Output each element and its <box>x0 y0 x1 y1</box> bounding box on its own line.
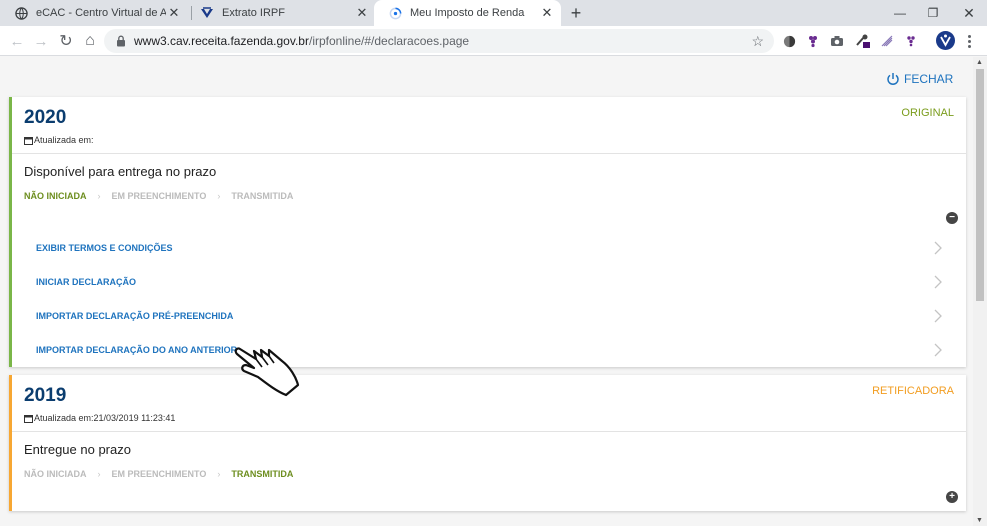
extension-grapes-small-icon[interactable] <box>903 33 919 49</box>
action-label: INICIAR DECLARAÇÃO <box>36 277 136 287</box>
url-text: www3.cav.receita.fazenda.gov.br/irpfonli… <box>134 34 469 48</box>
back-button[interactable]: ← <box>6 30 28 52</box>
extension-grapes-icon[interactable] <box>805 33 821 49</box>
step-not-started: NÃO INICIADA <box>24 191 87 201</box>
card-divider <box>12 431 966 432</box>
extension-circle-icon[interactable] <box>781 33 797 49</box>
tab-title: Extrato IRPF <box>222 7 285 19</box>
chevron-right-icon <box>934 343 942 357</box>
forward-button[interactable]: → <box>30 30 52 52</box>
action-label: EXIBIR TERMOS E CONDIÇÕES <box>36 243 173 253</box>
card-divider <box>12 153 966 154</box>
tab-title: eCAC - Centro Virtual de Atendim <box>36 7 166 19</box>
camera-icon[interactable] <box>829 33 845 49</box>
chevron-right-icon <box>934 241 942 255</box>
close-session-label: FECHAR <box>904 72 954 86</box>
step-in-progress: EM PREENCHIMENTO <box>111 191 207 201</box>
close-tab-icon[interactable]: ✕ <box>354 5 370 21</box>
declaration-situation: Entregue no prazo <box>24 442 131 457</box>
expand-toggle-icon[interactable]: + <box>946 491 958 503</box>
reload-button[interactable]: ↻ <box>55 30 77 52</box>
step-transmitted: TRANSMITIDA <box>231 469 294 479</box>
last-updated: Atualizada em:21/03/2019 11:23:41 <box>24 413 175 423</box>
close-window-button[interactable]: ✕ <box>951 0 987 26</box>
home-button[interactable]: ⌂ <box>79 30 101 52</box>
step-in-progress: EM PREENCHIMENTO <box>111 469 207 479</box>
step-separator-icon: › <box>217 191 221 201</box>
hand-cursor-icon <box>234 347 300 397</box>
bookmark-star-icon[interactable]: ☆ <box>751 33 764 50</box>
close-session-button[interactable]: FECHAR <box>886 72 953 86</box>
tab-title: Meu Imposto de Renda <box>410 7 525 19</box>
extension-tools-icon[interactable] <box>855 33 871 49</box>
browser-menu-icon[interactable] <box>962 31 976 51</box>
chevron-right-icon <box>934 275 942 289</box>
power-icon <box>887 73 899 86</box>
calendar-icon <box>24 414 33 423</box>
step-transmitted: TRANSMITIDA <box>231 191 294 201</box>
scrollbar-thumb[interactable] <box>976 69 984 301</box>
action-import-previous-year[interactable]: IMPORTAR DECLARAÇÃO DO ANO ANTERIOR <box>36 339 942 361</box>
action-label: IMPORTAR DECLARAÇÃO DO ANO ANTERIOR <box>36 345 238 355</box>
progress-steps: NÃO INICIADA › EM PREENCHIMENTO › TRANSM… <box>24 191 293 201</box>
page-content: FECHAR 2020 ORIGINAL Atualizada em: Disp… <box>0 57 987 526</box>
restore-button[interactable]: ❐ <box>915 0 951 26</box>
tab-strip: eCAC - Centro Virtual de Atendim ✕ Extra… <box>0 0 987 26</box>
step-separator-icon: › <box>97 469 101 479</box>
chevron-right-icon <box>934 309 942 323</box>
step-separator-icon: › <box>217 469 221 479</box>
progress-steps: NÃO INICIADA › EM PREENCHIMENTO › TRANSM… <box>24 469 293 479</box>
address-bar[interactable]: www3.cav.receita.fazenda.gov.br/irpfonli… <box>104 29 774 53</box>
url-host: www3.cav.receita.fazenda.gov.br <box>134 34 309 48</box>
declaration-type-badge: ORIGINAL <box>901 107 954 119</box>
scroll-up-icon[interactable]: ▲ <box>976 59 983 66</box>
minimize-button[interactable]: — <box>882 0 918 26</box>
tab-meu-imposto[interactable]: Meu Imposto de Renda ✕ <box>374 0 561 26</box>
receita-federal-icon <box>200 6 214 20</box>
scroll-down-icon[interactable]: ▼ <box>976 517 983 524</box>
tab-ecac[interactable]: eCAC - Centro Virtual de Atendim ✕ <box>0 0 188 26</box>
close-tab-icon[interactable]: ✕ <box>166 5 182 21</box>
declaration-situation: Disponível para entrega no prazo <box>24 164 217 179</box>
last-updated-text: Atualizada em: <box>34 135 94 145</box>
url-path: /irpfonline/#/declaracoes.page <box>308 34 470 48</box>
calendar-icon <box>24 136 33 145</box>
step-separator-icon: › <box>97 191 101 201</box>
last-updated-text: Atualizada em:21/03/2019 11:23:41 <box>34 413 176 423</box>
declaration-card-2020: 2020 ORIGINAL Atualizada em: Disponível … <box>9 97 966 367</box>
action-start-declaration[interactable]: INICIAR DECLARAÇÃO <box>36 271 942 293</box>
declaration-card-2019: 2019 RETIFICADORA Atualizada em:21/03/20… <box>9 375 966 511</box>
close-tab-icon[interactable]: ✕ <box>539 5 555 21</box>
declaration-year: 2019 <box>24 385 67 406</box>
declaration-type-badge: RETIFICADORA <box>872 385 954 397</box>
page-scrollbar[interactable]: ▲ ▼ <box>973 57 987 526</box>
profile-avatar[interactable] <box>936 31 955 50</box>
last-updated: Atualizada em: <box>24 135 94 145</box>
action-label: IMPORTAR DECLARAÇÃO PRÉ-PREENCHIDA <box>36 311 234 321</box>
collapse-toggle-icon[interactable]: − <box>946 212 958 224</box>
step-not-started: NÃO INICIADA <box>24 469 87 479</box>
declaration-year: 2020 <box>24 107 67 128</box>
action-import-prefilled[interactable]: IMPORTAR DECLARAÇÃO PRÉ-PREENCHIDA <box>36 305 942 327</box>
new-tab-button[interactable]: + <box>566 3 586 23</box>
browser-toolbar: ← → ↻ ⌂ www3.cav.receita.fazenda.gov.br/… <box>0 26 987 56</box>
tab-extrato-irpf[interactable]: Extrato IRPF ✕ <box>186 0 376 26</box>
action-show-terms[interactable]: EXIBIR TERMOS E CONDIÇÕES <box>36 237 942 259</box>
loading-icon <box>388 6 402 20</box>
lock-icon <box>117 35 125 47</box>
globe-icon <box>14 6 28 20</box>
extension-pen-icon[interactable] <box>879 33 895 49</box>
